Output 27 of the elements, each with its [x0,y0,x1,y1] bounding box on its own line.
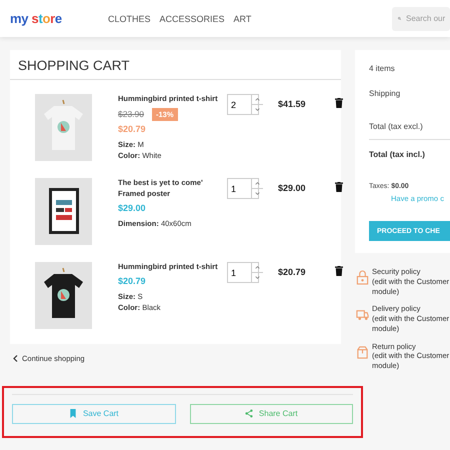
total-excl-label: Total (tax excl.) [369,114,450,140]
search-input[interactable]: Search our [406,14,450,23]
bookmark-icon [68,409,77,418]
store-logo[interactable]: my store [10,11,108,26]
items-count: 4 items [369,64,396,75]
nav-link[interactable]: ART [234,14,252,24]
share-icon [244,409,253,418]
search-field[interactable]: Search our [392,6,450,30]
nav-link[interactable]: CLOTHES [108,14,151,24]
total-incl-label: Total (tax incl.) [369,150,426,159]
regular-price: $23.90 [118,109,144,120]
chevron-left-icon [13,355,18,362]
trash-icon[interactable] [335,98,343,108]
line-total: $20.79 [278,266,306,277]
product-price: $20.79 [118,124,146,134]
trash-icon[interactable] [335,182,343,192]
box-icon [356,344,369,360]
padlock-icon [356,270,369,285]
shipping-label: Shipping [369,89,402,100]
trash-icon[interactable] [335,266,343,276]
cart-title: SHOPPING CART [10,50,341,80]
line-total: $29.00 [278,182,306,193]
product-price: $20.79 [118,276,146,286]
nav-link[interactable]: ACCESSORIES [160,14,225,24]
truck-icon [356,307,369,322]
product-price: $29.00 [118,202,146,213]
line-total: $41.59 [278,98,306,109]
